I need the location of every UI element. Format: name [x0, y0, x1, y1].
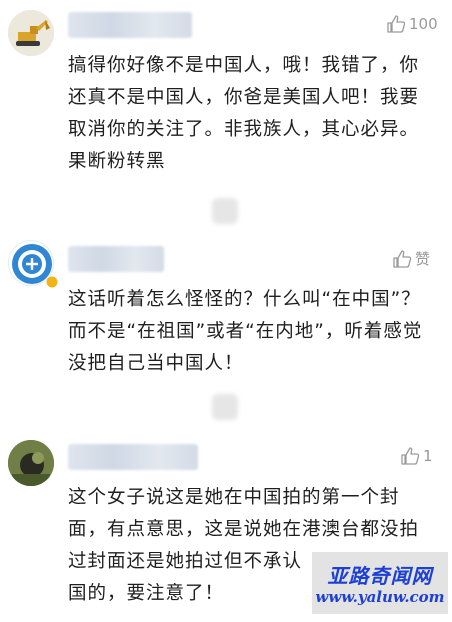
- like-button[interactable]: 1: [400, 446, 433, 466]
- comment-line: 而不是“在祖国”或者“在内地”，听着感觉: [68, 321, 423, 342]
- like-count: 1: [423, 447, 433, 465]
- site-watermark: 亚路奇闻网 www.yaluw.com: [312, 552, 448, 614]
- avatar[interactable]: [8, 10, 54, 56]
- comment-text: 搞得你好像不是中国人，哦！我错了，你 还真不是中国人，你爸是美国人吧！我要 取消…: [68, 50, 440, 178]
- watermark-title: 亚路奇闻网: [327, 564, 433, 588]
- comment-line: 还真不是中国人，你爸是美国人吧！我要: [68, 87, 420, 108]
- avatar[interactable]: [8, 440, 54, 486]
- comment-line: 这个女子说这是她在中国拍的第一个封: [68, 487, 400, 508]
- verified-badge-icon: [46, 276, 58, 288]
- excavator-avatar-icon: [8, 10, 54, 56]
- like-count: 100: [409, 15, 438, 33]
- comment-line: 国的，要注意了！: [68, 583, 225, 604]
- comment-line: 过封面还是她拍过但不承认: [68, 551, 303, 572]
- like-button[interactable]: 100: [386, 14, 438, 34]
- watermark-url: www.yaluw.com: [315, 588, 445, 606]
- comment-line: 这话听着怎么怪怪的？什么叫“在中国”？: [68, 289, 421, 310]
- like-label: 赞: [415, 250, 431, 268]
- username-blurred[interactable]: [68, 444, 198, 470]
- thumbs-up-icon: [387, 15, 406, 33]
- comment-text: 这话听着怎么怪怪的？什么叫“在中国”？ 而不是“在祖国”或者“在内地”，听着感觉…: [68, 284, 440, 380]
- comment-line: 搞得你好像不是中国人，哦！我错了，你: [68, 55, 420, 76]
- blurred-mark: [212, 394, 238, 420]
- username-blurred[interactable]: [68, 12, 192, 38]
- thumbs-up-icon: [393, 249, 412, 268]
- comment-line: 取消你的关注了。非我族人，其心必异。: [68, 119, 420, 140]
- username-blurred[interactable]: [68, 246, 164, 272]
- comment-line: 没把自己当中国人！: [68, 353, 244, 374]
- thumbs-up-icon: [401, 447, 420, 465]
- comment-line: 果断粉转黑: [68, 151, 166, 172]
- blurred-mark: [212, 198, 238, 224]
- like-button[interactable]: 赞: [392, 248, 430, 269]
- comment-line: 面，有点意思，这是说她在港澳台都没拍: [68, 519, 420, 540]
- photo-avatar-icon: [8, 440, 54, 486]
